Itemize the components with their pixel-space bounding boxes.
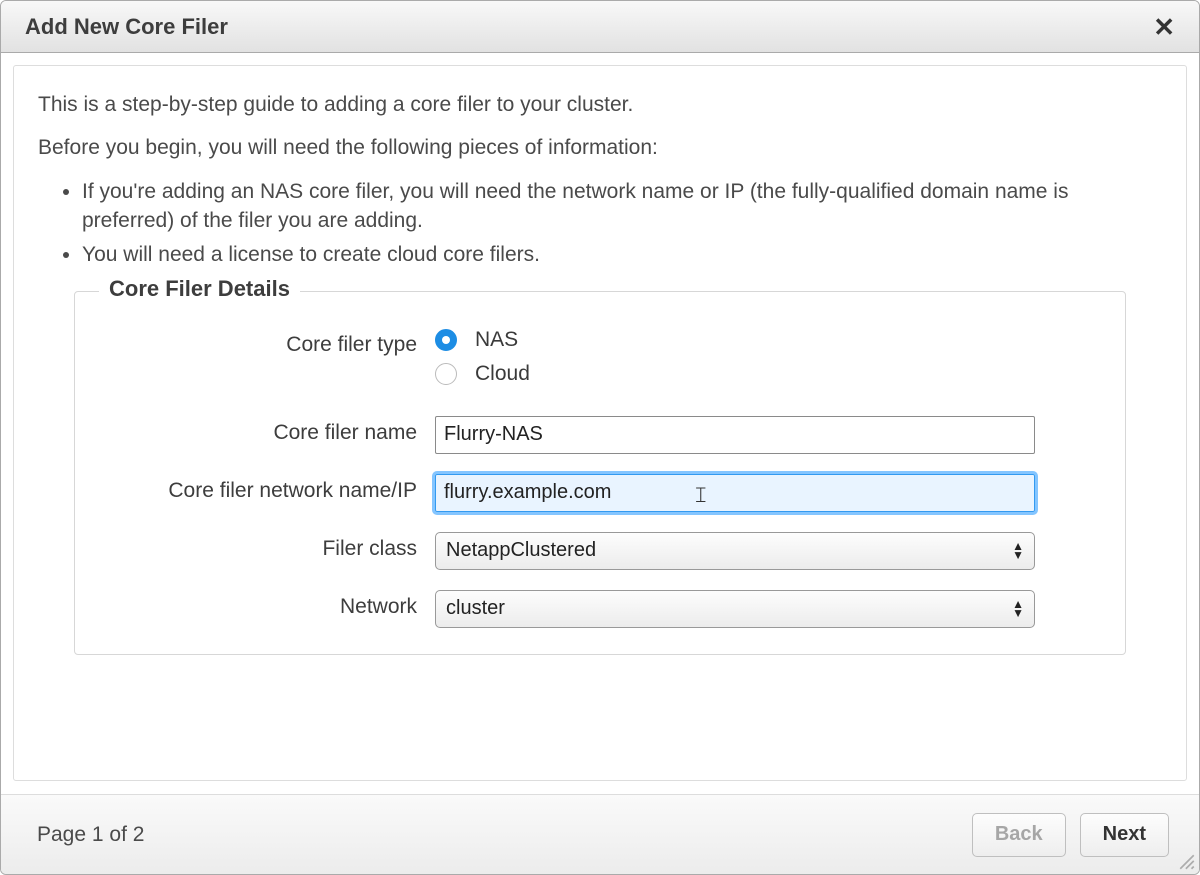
close-icon[interactable]: ✕: [1147, 10, 1181, 44]
input-core-filer-network-name[interactable]: [435, 474, 1035, 512]
resize-grip-icon[interactable]: [1178, 853, 1196, 871]
chevron-updown-icon: ▲▼: [1012, 601, 1024, 617]
chevron-updown-icon: ▲▼: [1012, 543, 1024, 559]
row-network: Network cluster ▲▼: [115, 590, 1085, 628]
radio-option-cloud[interactable]: Cloud: [435, 362, 1085, 386]
select-value: NetappClustered: [446, 539, 596, 562]
radio-icon: [435, 329, 457, 351]
label-core-filer-network-name: Core filer network name/IP: [115, 474, 435, 504]
select-network[interactable]: cluster ▲▼: [435, 590, 1035, 628]
label-core-filer-type: Core filer type: [115, 328, 435, 358]
intro-line-2: Before you begin, you will need the foll…: [38, 133, 1162, 162]
fieldset-core-filer-details: Core Filer Details Core filer type NAS C…: [74, 291, 1126, 655]
fieldset-legend: Core Filer Details: [99, 276, 300, 302]
radio-icon: [435, 363, 457, 385]
dialog-footer: Page 1 of 2 Back Next: [1, 794, 1199, 874]
page-indicator: Page 1 of 2: [37, 823, 144, 847]
dialog-body: This is a step-by-step guide to adding a…: [13, 65, 1187, 781]
label-core-filer-name: Core filer name: [115, 416, 435, 446]
intro-text: This is a step-by-step guide to adding a…: [38, 90, 1162, 269]
row-filer-class: Filer class NetappClustered ▲▼: [115, 532, 1085, 570]
intro-bullet-2: You will need a license to create cloud …: [82, 240, 1162, 269]
intro-bullet-1: If you're adding an NAS core filer, you …: [82, 177, 1162, 236]
label-network: Network: [115, 590, 435, 620]
titlebar: Add New Core Filer ✕: [1, 1, 1199, 53]
row-core-filer-type: Core filer type NAS Cloud: [115, 328, 1085, 396]
radio-label-nas: NAS: [475, 328, 518, 352]
row-core-filer-name: Core filer name: [115, 416, 1085, 454]
input-core-filer-name[interactable]: [435, 416, 1035, 454]
select-filer-class[interactable]: NetappClustered ▲▼: [435, 532, 1035, 570]
dialog-add-core-filer: Add New Core Filer ✕ This is a step-by-s…: [0, 0, 1200, 875]
label-filer-class: Filer class: [115, 532, 435, 562]
back-button[interactable]: Back: [972, 813, 1066, 857]
intro-line-1: This is a step-by-step guide to adding a…: [38, 90, 1162, 119]
select-value: cluster: [446, 597, 505, 620]
radio-label-cloud: Cloud: [475, 362, 530, 386]
radio-option-nas[interactable]: NAS: [435, 328, 1085, 352]
row-core-filer-network-name: Core filer network name/IP 𝙸: [115, 474, 1085, 512]
next-button[interactable]: Next: [1080, 813, 1169, 857]
dialog-title: Add New Core Filer: [25, 14, 228, 40]
